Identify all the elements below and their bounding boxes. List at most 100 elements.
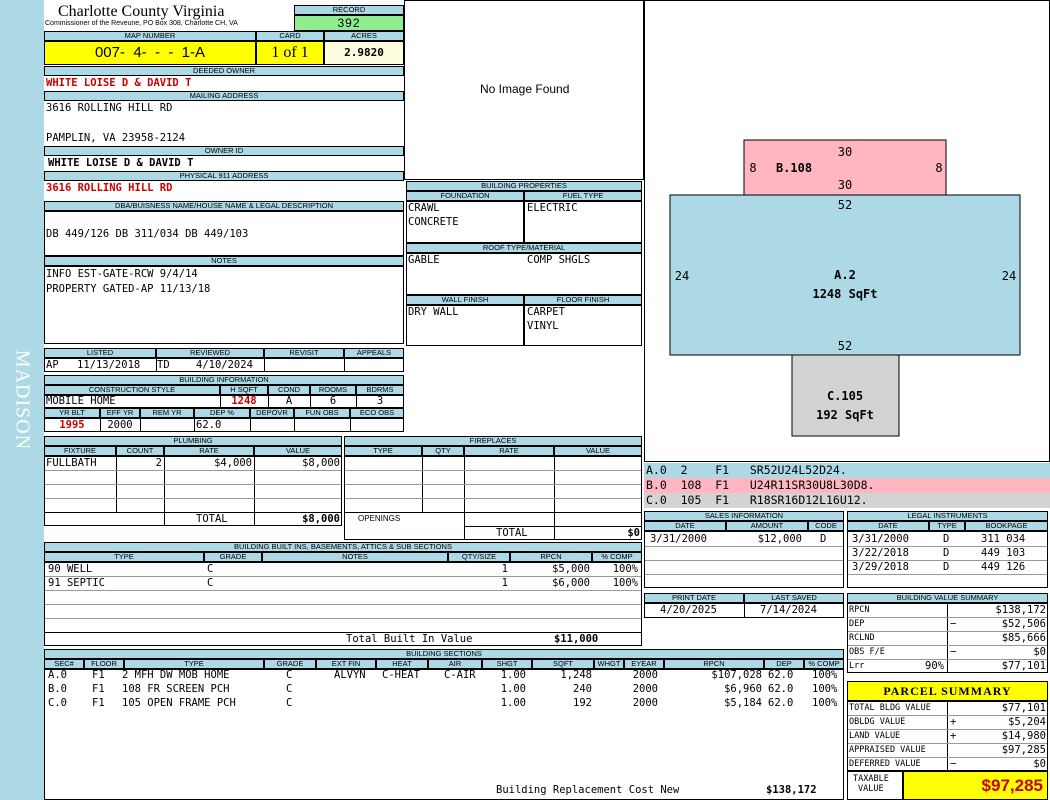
sale-code: D [820,533,827,545]
roof-label: ROOF TYPE/MATERIAL [406,243,642,253]
b-bottom-dim: 30 [838,178,852,192]
plumbing-rate: $4,000 [214,457,252,469]
ps-bldg-value: $77,101 [1001,702,1046,714]
listed-date: 11/13/2018 [77,359,141,371]
shgt-label: SHGT [482,659,532,669]
owner-id-label: OWNER ID [44,146,404,156]
type-a: 2 MFH DW MOB HOME [122,669,230,681]
map-number-label: MAP NUMBER [44,31,256,41]
c-area: 192 SqFt [816,408,874,422]
yr-blt-label: YR BLT [44,408,100,418]
legal-book-1: 311 034 [981,533,1026,545]
record-label: RECORD [294,5,404,15]
a-label: A.2 [834,268,856,282]
revisit-label: REVISIT [264,348,344,358]
parcel-summary-title: PARCEL SUMMARY [847,681,1048,701]
bi-rpcn-2: $6,000 [552,577,590,589]
mailing-address-label: MAILING ADDRESS [44,91,404,101]
type-label: TYPE [124,659,264,669]
rpcn-b: $6,960 [724,683,762,695]
ps-appraised-value: $97,285 [1001,744,1046,756]
vs-dep-value: $52,506 [1001,618,1046,630]
heated-sqft: 1248 [231,395,257,407]
ps-bldg-label: TOTAL BLDG VALUE [849,703,931,713]
sec-a: A.0 [48,669,67,681]
acres-label: ACRES [324,31,404,41]
bi-rpcn-label: RPCN [510,552,592,562]
floor-finish-label: FLOOR FINISH [524,295,642,305]
bi-qty-label: QTY/SIZE [448,552,510,562]
comp-a: 100% [812,669,838,681]
legal-date-1: 3/31/2000 [852,533,909,545]
sales-date-label: DATE [644,521,726,531]
condition: A [285,395,293,407]
value-summary-label: BUILDING VALUE SUMMARY [847,593,1048,603]
legend-line-a: A.0 2 F1 SR52U24L52D24. [646,464,847,477]
a-area: 1248 SqFt [812,287,877,301]
wall-finish: DRY WALL [408,306,459,318]
b-right-dim: 8 [935,161,942,175]
eco-obs-label: ECO OBS [350,408,404,418]
bi-type-2: 91 SEPTIC [48,577,105,589]
bi-rpcn-1: $5,000 [552,563,590,575]
physical-address: 3616 ROLLING HILL RD [46,182,173,194]
physical-address-label: PHYSICAL 911 ADDRESS [44,171,404,181]
hsqft-label: H SQFT [220,385,268,395]
eyear-label: EYEAR [624,659,664,669]
dep-c: 62.0 [768,697,794,709]
legal-type-label: TYPE [929,521,965,531]
grade-label: GRADE [264,659,316,669]
floor-label: FLOOR [84,659,124,669]
vs-lrr-value: $77,101 [1001,660,1046,672]
card-number: 1 of 1 [256,41,324,65]
a-left-dim: 24 [675,269,689,283]
bi-type-label: TYPE [44,552,204,562]
legal-book-2: 449 103 [981,547,1026,559]
type-c: 105 OPEN FRAME PCH [122,697,236,709]
county-title: Charlotte County Virginia [58,3,225,20]
legal-book-3: 449 126 [981,561,1026,573]
map-number: 007- 4- - - 1-A [44,41,256,65]
legal-date-label: DATE [847,521,929,531]
floor-c: F1 [92,697,105,709]
appeals-label: APPEALS [344,348,404,358]
ps-obldg-value: $5,204 [1008,716,1046,728]
print-date-label: PRINT DATE [644,593,744,603]
extfin-a: ALVYN [334,669,366,681]
bi-comp-2: 100% [612,577,638,589]
plumbing-fixture: FULLBATH [46,457,97,469]
b-left-dim: 8 [749,161,756,175]
plumbing-value: $8,000 [302,457,340,469]
sec-label: SEC# [44,659,84,669]
fireplaces-label: FIREPLACES [344,436,642,446]
fp-total-label: TOTAL [496,527,528,539]
comp-label: % COMP [804,659,844,669]
sqft-b: 240 [573,683,592,695]
vs-rpcn-value: $138,172 [995,604,1046,616]
vs-obs-label: OBS F/E [849,647,885,657]
sale-amount: $12,000 [757,533,802,545]
value-label: VALUE [254,446,342,456]
shgt-b: 1.00 [500,683,526,695]
sqft-label: SQFT [532,659,594,669]
rpcn-label: RPCN [664,659,764,669]
vs-lrr-pct: 90% [925,660,944,672]
sale-date: 3/31/2000 [650,533,707,545]
vs-obs-value: $0 [1033,646,1046,658]
eyear-b: 2000 [632,683,658,695]
legal-date-2: 3/22/2018 [852,547,909,559]
bi-comp-1: 100% [612,563,638,575]
rem-yr-label: REM YR [140,408,194,418]
sales-code-label: CODE [808,521,844,531]
fuel-type-label: FUEL TYPE [524,191,642,201]
bi-notes-label: NOTES [262,552,448,562]
sqft-a: 1,248 [560,669,592,681]
plumbing-count: 2 [155,457,162,469]
ps-land-value: $14,980 [1001,730,1046,742]
eff-yr-label: EFF YR [100,408,140,418]
sec-c: C.0 [48,697,67,709]
legend-line-c: C.0 105 F1 R18SR16D12L16U12. [646,494,868,507]
grade-a: C [286,669,293,681]
grade-b: C [286,683,293,695]
ext-fin-label: EXT FIN [316,659,376,669]
